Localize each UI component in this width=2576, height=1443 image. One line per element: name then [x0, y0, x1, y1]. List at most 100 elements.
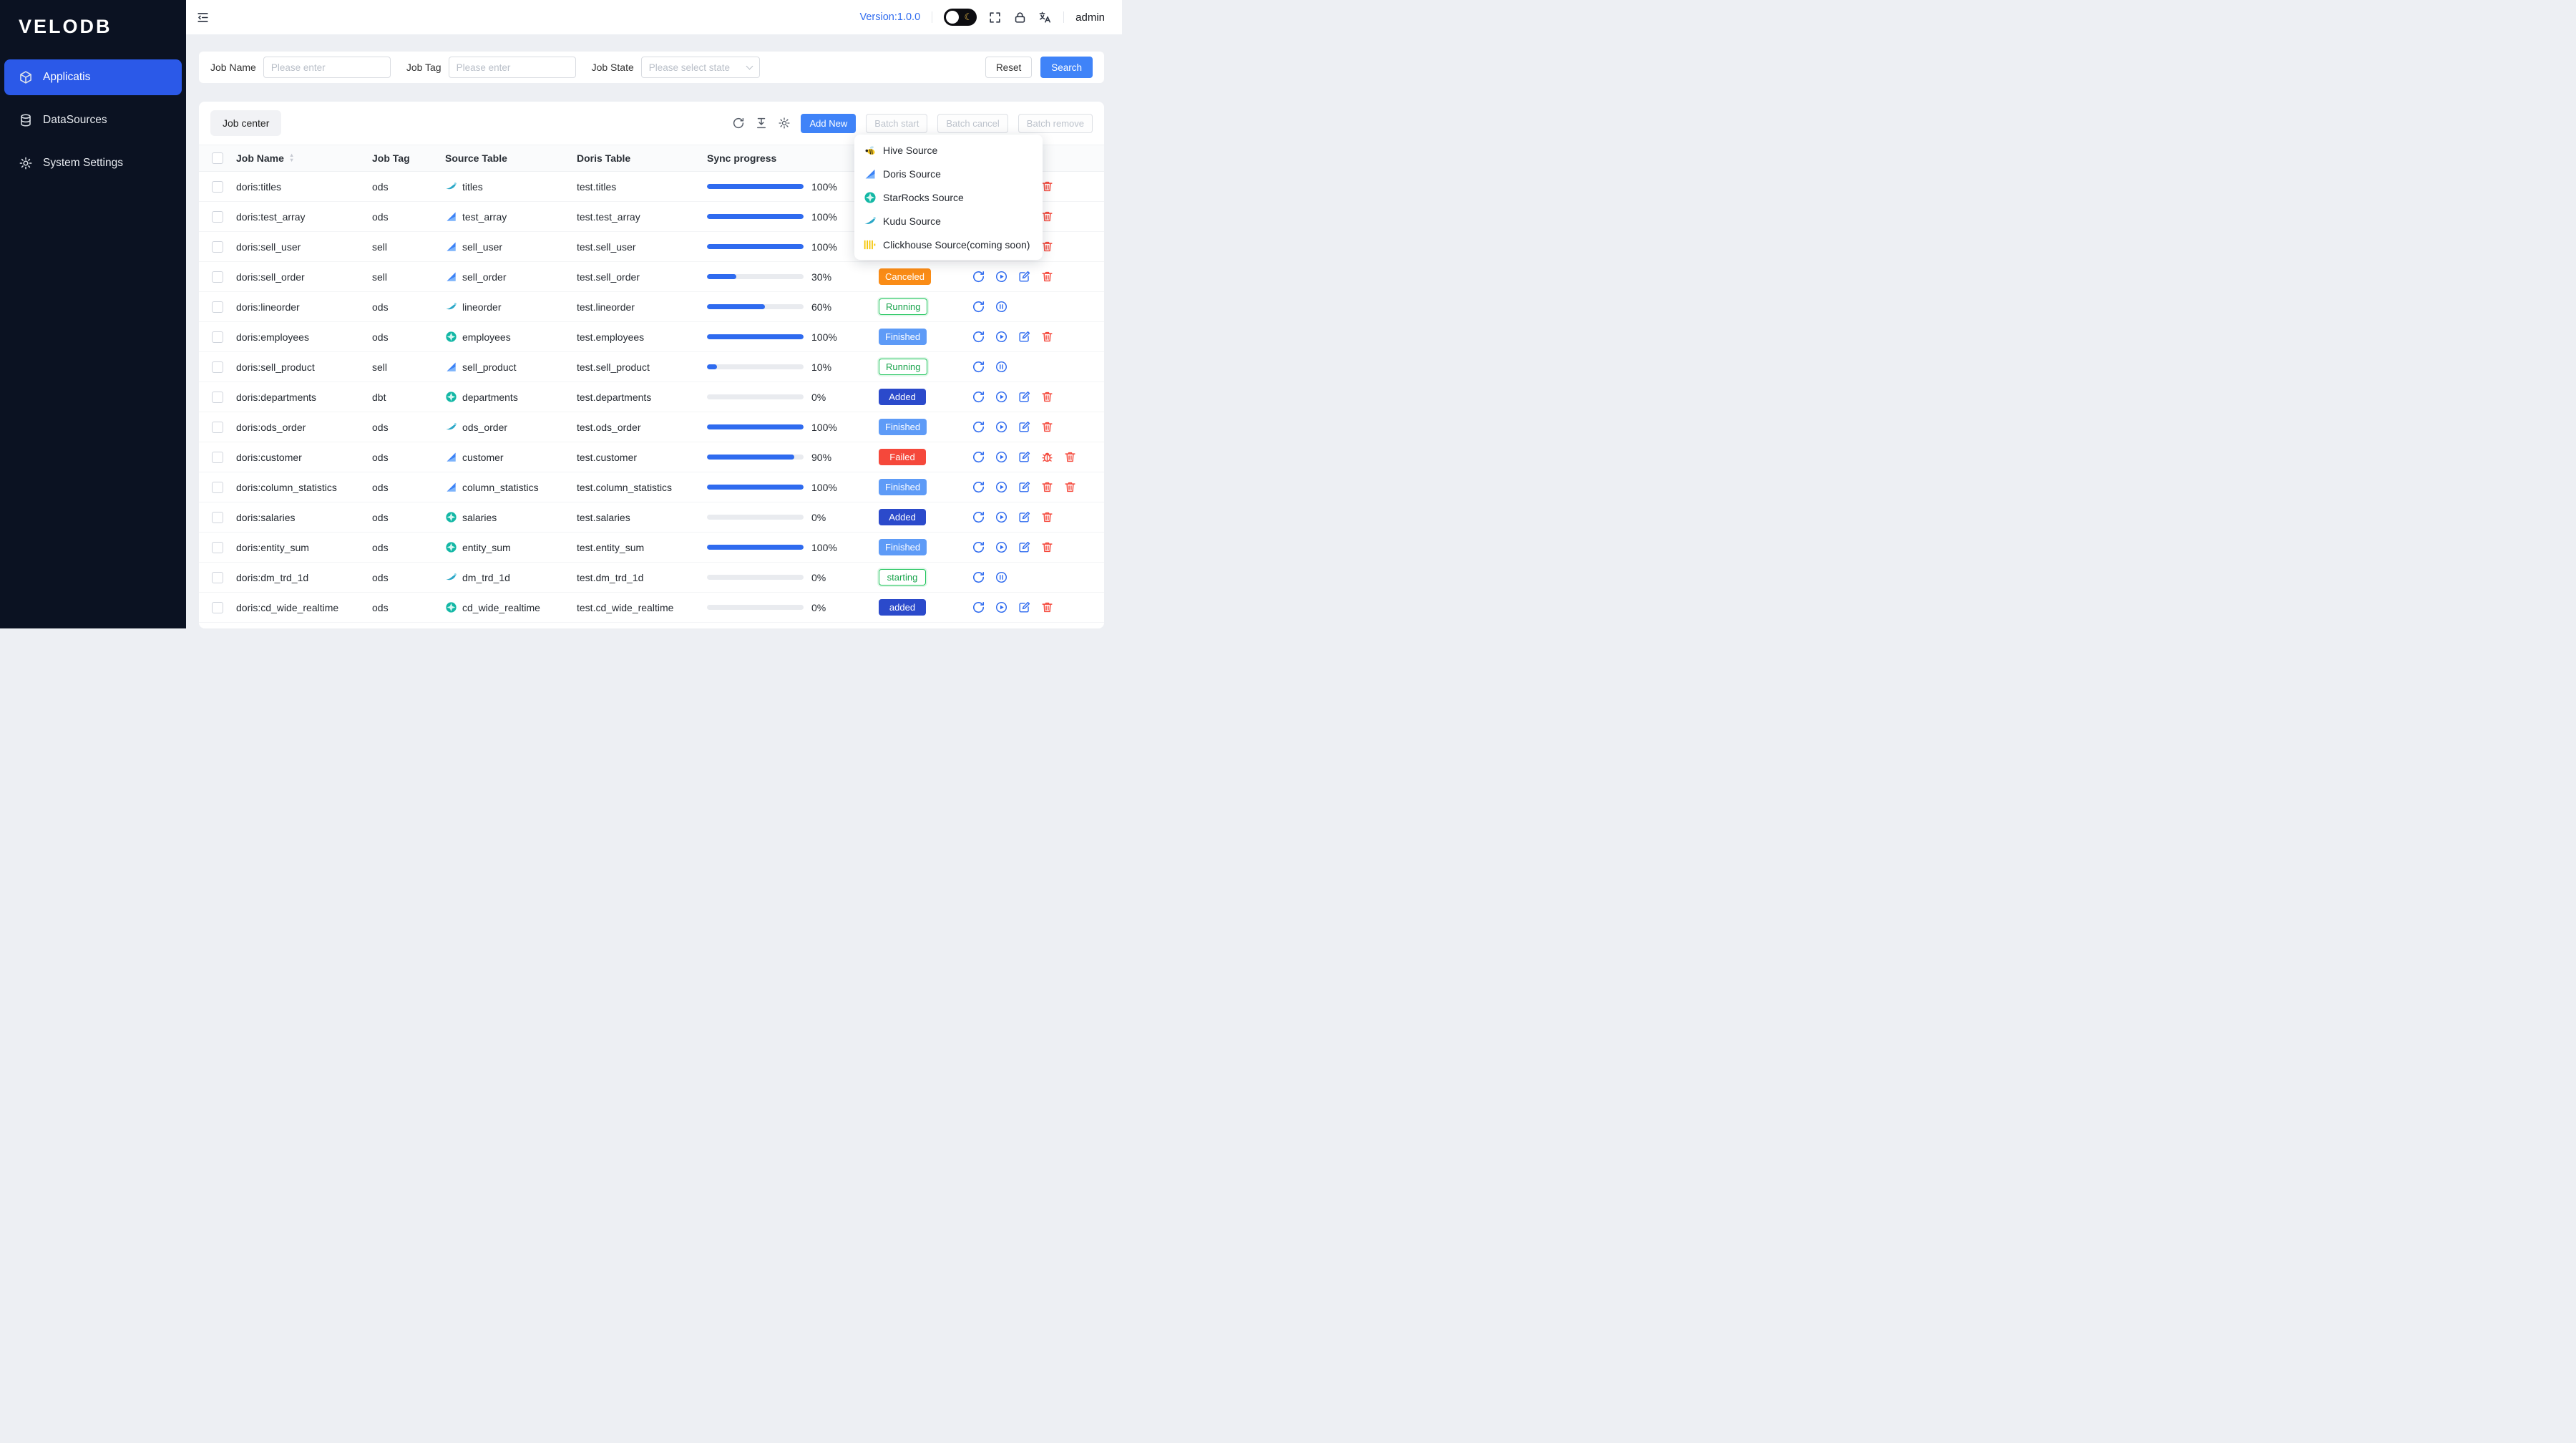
trash-button[interactable]: [1040, 330, 1054, 344]
refresh-button[interactable]: [972, 390, 985, 404]
job-tag-input[interactable]: [449, 57, 576, 78]
play-button[interactable]: [995, 510, 1008, 524]
pause-button[interactable]: [995, 300, 1008, 314]
sync-icon[interactable]: [732, 117, 745, 130]
refresh-button[interactable]: [972, 450, 985, 464]
import-icon[interactable]: [755, 117, 768, 130]
play-button[interactable]: [995, 540, 1008, 554]
username[interactable]: admin: [1075, 11, 1105, 24]
edit-button[interactable]: [1018, 330, 1031, 344]
trash-button[interactable]: [1040, 480, 1054, 494]
edit-button[interactable]: [1018, 270, 1031, 283]
play-button[interactable]: [995, 601, 1008, 614]
edit-button[interactable]: [1018, 540, 1031, 554]
trash-button[interactable]: [1040, 390, 1054, 404]
play-button[interactable]: [995, 480, 1008, 494]
search-button[interactable]: Search: [1040, 57, 1093, 78]
add-new-button[interactable]: Add New: [801, 114, 856, 133]
edit-button[interactable]: [1018, 480, 1031, 494]
pause-button[interactable]: [995, 570, 1008, 584]
refresh-button[interactable]: [972, 270, 985, 283]
trash-button[interactable]: [1040, 510, 1054, 524]
menu-item-starrocks-source[interactable]: StarRocks Source: [854, 185, 1043, 209]
trash-button[interactable]: [1040, 420, 1054, 434]
play-button[interactable]: [995, 390, 1008, 404]
translate-icon[interactable]: [1038, 11, 1052, 24]
sidebar-item-datasources[interactable]: DataSources: [0, 102, 186, 138]
header-job-name[interactable]: Job Name ▲▼: [236, 152, 372, 164]
trash-button[interactable]: [1063, 450, 1077, 464]
edit-button[interactable]: [1018, 510, 1031, 524]
refresh-button[interactable]: [972, 540, 985, 554]
toggle-knob: [946, 11, 959, 24]
lock-icon[interactable]: [1013, 11, 1027, 24]
row-checkbox[interactable]: [212, 452, 223, 463]
row-checkbox[interactable]: [212, 211, 223, 223]
menu-item-clickhouse-source[interactable]: Clickhouse Source(coming soon): [854, 233, 1043, 256]
trash-button[interactable]: [1063, 480, 1077, 494]
settings-gear-icon[interactable]: [778, 117, 791, 130]
pause-button[interactable]: [995, 360, 1008, 374]
row-checkbox[interactable]: [212, 482, 223, 493]
theme-toggle[interactable]: ☾: [944, 9, 977, 26]
source-table-name: titles: [462, 181, 483, 193]
progress-percent: 60%: [811, 301, 831, 313]
play-button[interactable]: [995, 450, 1008, 464]
row-checkbox[interactable]: [212, 271, 223, 283]
reset-button[interactable]: Reset: [985, 57, 1032, 78]
job-name-input[interactable]: [263, 57, 391, 78]
table-row: doris:ods_order ods ods_order test.ods_o…: [199, 412, 1104, 442]
batch-cancel-button[interactable]: Batch cancel: [937, 114, 1008, 133]
row-checkbox[interactable]: [212, 301, 223, 313]
row-checkbox[interactable]: [212, 241, 223, 253]
row-checkbox[interactable]: [212, 542, 223, 553]
refresh-button[interactable]: [972, 480, 985, 494]
select-all-checkbox[interactable]: [212, 152, 223, 164]
edit-button[interactable]: [1018, 601, 1031, 614]
menu-item-doris-source[interactable]: Doris Source: [854, 162, 1043, 185]
refresh-button[interactable]: [972, 360, 985, 374]
edit-button[interactable]: [1018, 390, 1031, 404]
refresh-button[interactable]: [972, 510, 985, 524]
sort-icons[interactable]: ▲▼: [289, 153, 294, 163]
batch-start-button[interactable]: Batch start: [866, 114, 927, 133]
refresh-button[interactable]: [972, 570, 985, 584]
sidebar-item-applications[interactable]: Applicatis: [4, 59, 182, 95]
job-state-select[interactable]: Please select state: [641, 57, 760, 78]
refresh-button[interactable]: [972, 601, 985, 614]
bug-button[interactable]: [1040, 450, 1054, 464]
row-checkbox[interactable]: [212, 572, 223, 583]
refresh-button[interactable]: [972, 300, 985, 314]
row-checkbox[interactable]: [212, 422, 223, 433]
play-button[interactable]: [995, 330, 1008, 344]
row-checkbox[interactable]: [212, 392, 223, 403]
play-button[interactable]: [995, 270, 1008, 283]
refresh-button[interactable]: [972, 420, 985, 434]
collapse-sidebar-icon[interactable]: [196, 11, 210, 24]
doris-table-cell: test.sell_order: [577, 271, 707, 283]
menu-item-kudu-source[interactable]: Kudu Source: [854, 209, 1043, 233]
edit-button[interactable]: [1018, 450, 1031, 464]
row-checkbox[interactable]: [212, 602, 223, 613]
batch-remove-button[interactable]: Batch remove: [1018, 114, 1093, 133]
row-checkbox[interactable]: [212, 331, 223, 343]
trash-button[interactable]: [1040, 540, 1054, 554]
edit-button[interactable]: [1018, 420, 1031, 434]
sidebar-item-system-settings[interactable]: System Settings: [0, 145, 186, 181]
doris-source-icon: [445, 210, 457, 223]
fullscreen-icon[interactable]: [988, 11, 1002, 24]
row-checkbox[interactable]: [212, 361, 223, 373]
menu-item-hive-source[interactable]: Hive Source: [854, 138, 1043, 162]
starrocks-source-icon: [445, 541, 457, 553]
row-checkbox[interactable]: [212, 181, 223, 193]
row-checkbox[interactable]: [212, 512, 223, 523]
play-button[interactable]: [995, 420, 1008, 434]
job-tag-cell: ods: [372, 211, 445, 223]
doris-table-cell: test.sell_product: [577, 361, 707, 373]
trash-button[interactable]: [1040, 270, 1054, 283]
trash-button[interactable]: [1040, 601, 1054, 614]
tab-job-center[interactable]: Job center: [210, 110, 281, 136]
status-badge: Failed: [879, 449, 926, 465]
refresh-button[interactable]: [972, 330, 985, 344]
gear-icon: [19, 156, 33, 170]
